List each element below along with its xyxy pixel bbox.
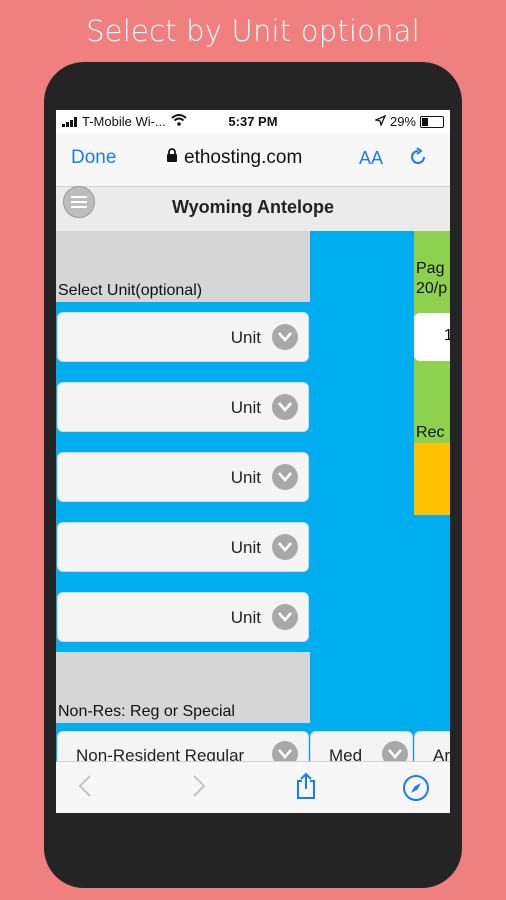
lock-icon (166, 147, 178, 169)
menu-button[interactable] (63, 186, 95, 218)
battery-icon (420, 115, 444, 128)
hamburger-icon (71, 196, 87, 211)
records-value-panel (414, 443, 450, 515)
url-field[interactable]: ethosting.com (166, 147, 302, 169)
form-area: Select Unit(optional) Unit Unit Unit Uni… (56, 231, 450, 777)
chevron-down-icon (272, 464, 298, 490)
battery-percent: 29% (389, 114, 416, 129)
status-bar: T-Mobile Wi-... 5:37 PM 29% (56, 110, 450, 134)
residency-section-header: Non-Res: Reg or Special (56, 652, 310, 723)
unit-select-label: Unit (230, 608, 261, 627)
share-icon[interactable] (294, 772, 318, 807)
chevron-down-icon (272, 534, 298, 560)
unit-select-label: Unit (230, 468, 261, 487)
phone-screen: T-Mobile Wi-... 5:37 PM 29% Done ethosti… (56, 110, 450, 813)
back-icon[interactable] (78, 774, 92, 805)
page-size-value: 1 (444, 327, 450, 344)
unit-select-label: Unit (230, 538, 261, 557)
unit-select[interactable]: Unit (57, 592, 309, 642)
compass-icon[interactable] (402, 774, 430, 809)
page-label-line2: 20/p (416, 280, 448, 297)
browser-url-bar: Done ethosting.com AA (56, 134, 450, 187)
done-button[interactable]: Done (71, 147, 116, 169)
promo-headline: Select by Unit optional (86, 14, 420, 48)
reload-icon[interactable] (408, 147, 428, 173)
chevron-down-icon (272, 394, 298, 420)
unit-select[interactable]: Unit (57, 452, 309, 502)
chevron-down-icon (272, 604, 298, 630)
records-label: Rec (416, 424, 445, 441)
text-size-button[interactable]: AA (359, 148, 383, 169)
url-text: ethosting.com (184, 147, 303, 168)
forward-icon[interactable] (192, 774, 206, 805)
chevron-down-icon (272, 324, 298, 350)
page-title: Wyoming Antelope (172, 197, 334, 217)
unit-select[interactable]: Unit (57, 522, 309, 572)
unit-select-label: Unit (230, 398, 261, 417)
page-label-line1: Pag (416, 260, 445, 277)
residency-section-label: Non-Res: Reg or Special (58, 703, 235, 720)
page-size-select[interactable]: 1 (414, 313, 450, 361)
unit-select-label: Unit (230, 328, 261, 347)
unit-select[interactable]: Unit (57, 312, 309, 362)
records-panel: Rec (414, 373, 450, 443)
browser-toolbar (56, 761, 450, 813)
app-header: Wyoming Antelope (56, 187, 450, 231)
unit-section-label: Select Unit(optional) (58, 282, 203, 299)
unit-section-header: Select Unit(optional) (56, 231, 310, 302)
location-arrow-icon (373, 114, 387, 129)
unit-select[interactable]: Unit (57, 382, 309, 432)
